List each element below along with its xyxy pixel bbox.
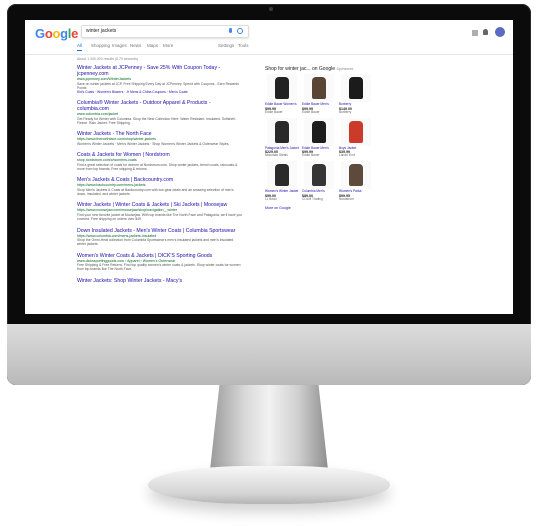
logo-letter: e bbox=[71, 26, 79, 41]
shopping-panel: Shop for winter jac... on Google Sponsor… bbox=[265, 66, 377, 210]
product-store: Lands' End bbox=[339, 153, 355, 158]
mic-icon[interactable] bbox=[229, 28, 232, 33]
product-grid: Eddie Bauer Women's $99.99 Eddie Bauer Eddi… bbox=[265, 74, 377, 202]
result-title[interactable]: Columbia® Winter Jackets - Outdoor Appar… bbox=[77, 100, 242, 112]
result-snippet: Save on winter jackets at JCP. Free Ship… bbox=[77, 81, 239, 90]
search-result: Winter Jackets: Shop Winter Jackets - Ma… bbox=[77, 278, 242, 284]
result-snippet: Shop Men's Jackets & Coats at Backcountr… bbox=[77, 187, 234, 197]
tab-all[interactable]: All bbox=[77, 43, 83, 51]
jacket-icon bbox=[275, 77, 289, 99]
shopping-title: Shop for winter jac... on Google bbox=[265, 66, 336, 72]
product-card[interactable]: Women's Parka $99.95 Nordstrom bbox=[339, 161, 373, 202]
search-result: Winter Jackets | Winter Coats & Jackets … bbox=[77, 202, 242, 221]
search-tabs: All Shopping Images News Maps More Settings Too… bbox=[77, 43, 497, 53]
jacket-icon bbox=[349, 77, 363, 99]
notifications-icon[interactable] bbox=[483, 29, 488, 35]
result-snippet: Find your new favorite jacket at Mooseja… bbox=[77, 212, 242, 222]
product-store: Burberry bbox=[339, 109, 352, 114]
product-card[interactable]: Patagonia Men's Jacket $229.00 Mountain St… bbox=[265, 117, 299, 159]
results-list: About 1,340,000 results (0.70 seconds) W… bbox=[77, 57, 242, 290]
result-snippet: Find a great selection of coats for wome… bbox=[77, 162, 238, 172]
jacket-icon bbox=[312, 120, 326, 143]
tab-news[interactable]: News bbox=[130, 43, 141, 48]
result-snippet: Women's Winter Jackets · Men's Winter Ja… bbox=[77, 141, 230, 146]
product-card[interactable]: Boys Jacket $39.99 Lands' End bbox=[339, 117, 373, 159]
product-image[interactable] bbox=[341, 74, 371, 102]
result-title[interactable]: Winter Jackets: Shop Winter Jackets - Ma… bbox=[77, 278, 242, 284]
search-result: Down Insulated Jackets - Men's Winter Co… bbox=[77, 228, 242, 247]
product-image[interactable] bbox=[304, 117, 334, 146]
result-snippet: Free Shipping & Free Returns. Find top q… bbox=[77, 263, 241, 272]
tab-tools[interactable]: Tools bbox=[238, 43, 249, 48]
product-image[interactable] bbox=[267, 161, 297, 190]
product-store: Eddie Bauer bbox=[265, 109, 283, 114]
tab-maps[interactable]: Maps bbox=[147, 43, 158, 48]
product-card[interactable]: Eddie Bauer Men's $99.99 Eddie Bauer bbox=[302, 117, 336, 159]
google-header: Google winter jackets All Shopping Images N… bbox=[25, 20, 513, 55]
camera-icon bbox=[269, 7, 273, 11]
search-result: Winter Jackets at JCPenney - Save 25% Wi… bbox=[77, 65, 242, 94]
product-card[interactable]: Eddie Bauer Men's $99.99 Eddie Bauer bbox=[302, 74, 336, 115]
result-snippet: Shop the Omni-Heat collection from Colum… bbox=[77, 238, 234, 247]
result-sitelinks[interactable]: Kid's Coats · Women's Blazers · Jr Mens … bbox=[77, 90, 242, 94]
search-query: winter jackets bbox=[86, 28, 117, 34]
result-stats: About 1,340,000 results (0.70 seconds) bbox=[77, 57, 139, 61]
product-card[interactable]: Columbia Men's $89.00 COLM Trading bbox=[302, 161, 336, 202]
search-result: Columbia® Winter Jackets - Outdoor Appar… bbox=[77, 100, 242, 125]
jacket-icon bbox=[349, 164, 363, 187]
logo-letter: o bbox=[52, 26, 61, 41]
logo-letter: g bbox=[60, 26, 68, 41]
product-image[interactable] bbox=[341, 117, 371, 146]
logo-letter: G bbox=[35, 26, 45, 41]
tab-images[interactable]: Images bbox=[112, 43, 127, 48]
jacket-icon bbox=[275, 120, 289, 143]
product-card[interactable]: Women's Winter Jacket $99.00 LL Bean bbox=[265, 161, 299, 202]
jacket-icon bbox=[275, 164, 289, 187]
sponsored-label: Sponsored bbox=[336, 67, 354, 71]
product-image[interactable] bbox=[267, 117, 297, 146]
apps-icon[interactable] bbox=[472, 30, 478, 36]
product-store: Nordstrom bbox=[339, 196, 354, 201]
product-store: Eddie Bauer bbox=[302, 109, 320, 114]
search-result: Women's Winter Coats & Jackets | DICK'S … bbox=[77, 253, 242, 272]
product-card[interactable]: Burberry $149.00 Burberry bbox=[339, 74, 373, 115]
avatar[interactable] bbox=[495, 27, 505, 37]
tab-more[interactable]: More bbox=[163, 43, 173, 48]
monitor-chin bbox=[7, 324, 531, 385]
product-store: Eddie Bauer bbox=[302, 153, 320, 158]
search-result: Men's Jackets & Coats | Backcountry.com h… bbox=[77, 177, 242, 196]
product-image[interactable] bbox=[304, 161, 334, 190]
product-store: COLM Trading bbox=[302, 196, 323, 201]
jacket-icon bbox=[312, 164, 326, 187]
tab-shopping[interactable]: Shopping bbox=[91, 43, 110, 48]
monitor: Google winter jackets All Shopping Images N… bbox=[7, 4, 531, 385]
result-title[interactable]: Down Insulated Jackets - Men's Winter Co… bbox=[77, 228, 242, 234]
more-on-google-link[interactable]: More on Google bbox=[265, 206, 377, 210]
screen: Google winter jackets All Shopping Images N… bbox=[25, 20, 513, 314]
product-store: LL Bean bbox=[265, 196, 277, 201]
monitor-base bbox=[148, 466, 390, 504]
tab-settings[interactable]: Settings bbox=[218, 43, 234, 48]
google-logo[interactable]: Google bbox=[35, 26, 78, 41]
shopping-heading[interactable]: Shop for winter jac... on Google Sponsor… bbox=[265, 66, 377, 72]
search-icon[interactable] bbox=[237, 28, 243, 34]
result-title[interactable]: Winter Jackets at JCPenney - Save 25% Wi… bbox=[77, 65, 242, 77]
search-input[interactable]: winter jackets bbox=[81, 25, 249, 38]
product-image[interactable] bbox=[341, 161, 371, 190]
result-snippet: Get Ready for Winter with Columbia. Shop… bbox=[77, 116, 236, 126]
jacket-icon bbox=[349, 120, 363, 143]
jacket-icon bbox=[312, 77, 326, 99]
search-result: Coats & Jackets for Women | Nordstrom sho… bbox=[77, 152, 242, 171]
product-store: Mountain Steals bbox=[265, 153, 288, 158]
product-image[interactable] bbox=[304, 74, 334, 102]
product-image[interactable] bbox=[267, 74, 297, 102]
product-card[interactable]: Eddie Bauer Women's $99.99 Eddie Bauer bbox=[265, 74, 299, 115]
search-result: Winter Jackets - The North Face https://w… bbox=[77, 131, 242, 146]
monitor-stand bbox=[210, 385, 328, 470]
